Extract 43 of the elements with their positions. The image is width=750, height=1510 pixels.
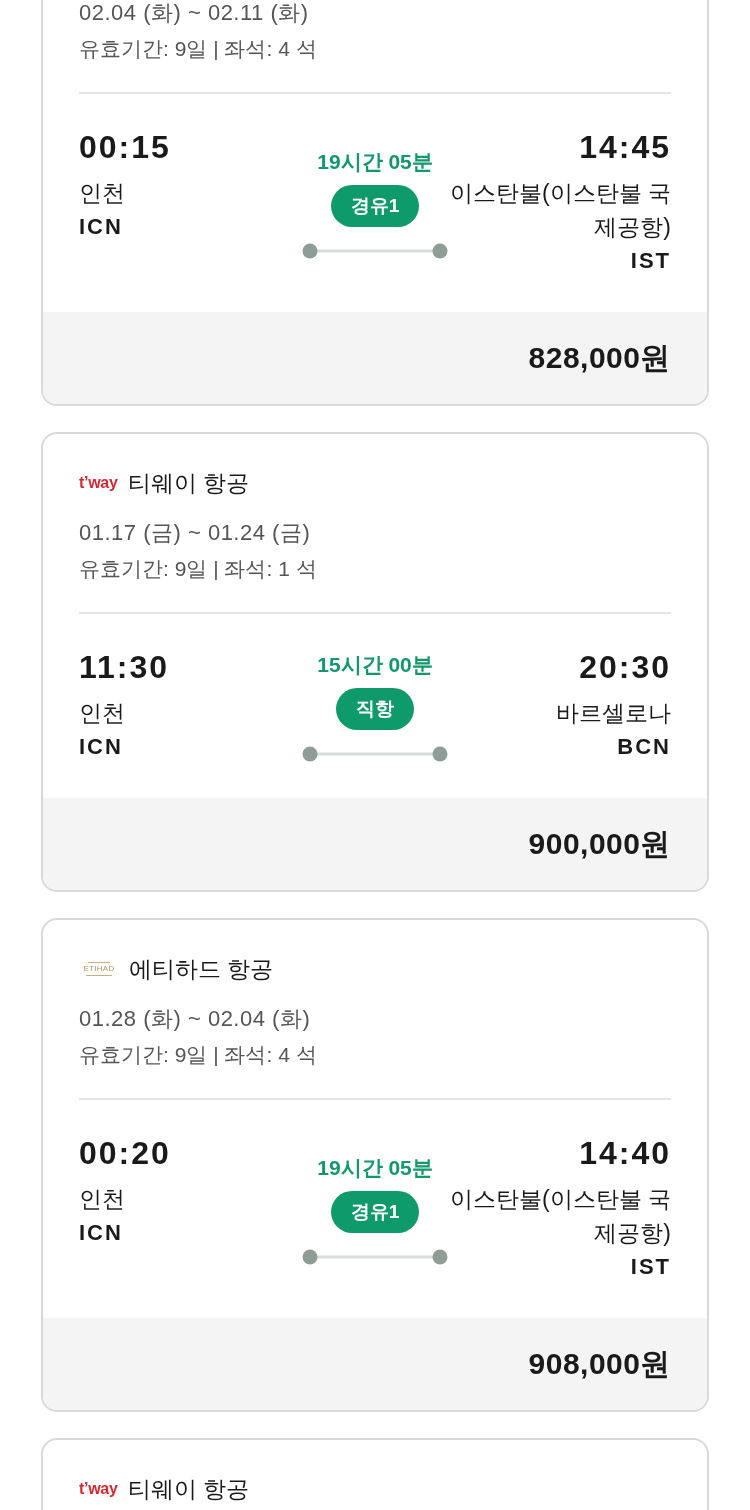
price-text: 828,000원 <box>528 339 671 376</box>
flight-card[interactable]: t’way 티웨이 항공 01.17 (금) ~ 01.24 (금) 유효기간: 9일 | 좌석: 1 석 11:30 인천 ICN 15시간 00분 직항 20:30 바르셀로나 BCN 900,000원 <box>41 432 709 892</box>
departure-city: 인천 <box>79 1185 125 1214</box>
airline-logo: t’way <box>79 1480 118 1498</box>
airline-logo: ETIHAD <box>79 962 119 976</box>
airline-name: 티웨이 항공 <box>127 1475 249 1504</box>
flight-card[interactable]: 02.04 (화) ~ 02.11 (화) 유효기간: 9일 | 좌석: 4 석 00:15 인천 ICN 19시간 05분 경유1 14:45 이스탄불(이스탄불 국제공항) IST 828,000원 <box>41 0 709 406</box>
arrival-time: 20:30 <box>579 649 671 685</box>
flight-duration: 19시간 05분 <box>317 149 433 175</box>
stops-badge: 경유1 <box>330 185 420 227</box>
validity-seats-text: 유효기간: 9일 | 좌석: 1 석 <box>79 556 318 582</box>
flight-duration: 19시간 05분 <box>317 1155 433 1181</box>
stops-badge: 경유1 <box>330 1191 420 1233</box>
airline-name: 에티하드 항공 <box>129 955 274 984</box>
travel-dates: 02.04 (화) ~ 02.11 (화) <box>79 0 310 26</box>
flight-card[interactable]: t’way 티웨이 항공 <box>41 1438 709 1510</box>
departure-city: 인천 <box>79 699 125 728</box>
departure-code: ICN <box>79 213 123 241</box>
airline-name: 티웨이 항공 <box>127 469 249 498</box>
departure-city: 인천 <box>79 179 125 208</box>
departure-code: ICN <box>79 1219 123 1247</box>
stops-badge: 직항 <box>336 688 414 730</box>
departure-time: 00:20 <box>79 1135 171 1171</box>
arrival-code: IST <box>630 1253 671 1281</box>
validity-seats-text: 유효기간: 9일 | 좌석: 4 석 <box>79 36 318 62</box>
departure-time: 11:30 <box>79 649 170 685</box>
departure-code: ICN <box>79 733 123 761</box>
arrival-time: 14:40 <box>579 1135 671 1171</box>
arrival-city: 이스탄불(이스탄불 국제공항) <box>448 179 671 242</box>
arrival-time: 14:45 <box>579 129 671 165</box>
validity-seats-text: 유효기간: 9일 | 좌석: 4 석 <box>79 1042 318 1068</box>
price-text: 908,000원 <box>528 1345 671 1382</box>
flight-card[interactable]: ETIHAD 에티하드 항공 01.28 (화) ~ 02.04 (화) 유효기간: 9일 | 좌석: 4 석 00:20 인천 ICN 19시간 05분 경유1 14:40 이스탄불(이스탄불 국제공항) IST 908,000원 <box>41 918 709 1412</box>
arrival-city: 이스탄불(이스탄불 국제공항) <box>448 1185 671 1248</box>
arrival-code: IST <box>630 247 671 275</box>
price-text: 900,000원 <box>528 825 671 862</box>
departure-time: 00:15 <box>79 129 171 165</box>
travel-dates: 01.17 (금) ~ 01.24 (금) <box>79 520 312 546</box>
arrival-code: BCN <box>617 733 671 761</box>
flight-duration: 15시간 00분 <box>317 652 433 678</box>
airline-logo: t’way <box>79 474 118 492</box>
travel-dates: 01.28 (화) ~ 02.04 (화) <box>79 1006 312 1032</box>
arrival-city: 바르셀로나 <box>556 699 671 728</box>
